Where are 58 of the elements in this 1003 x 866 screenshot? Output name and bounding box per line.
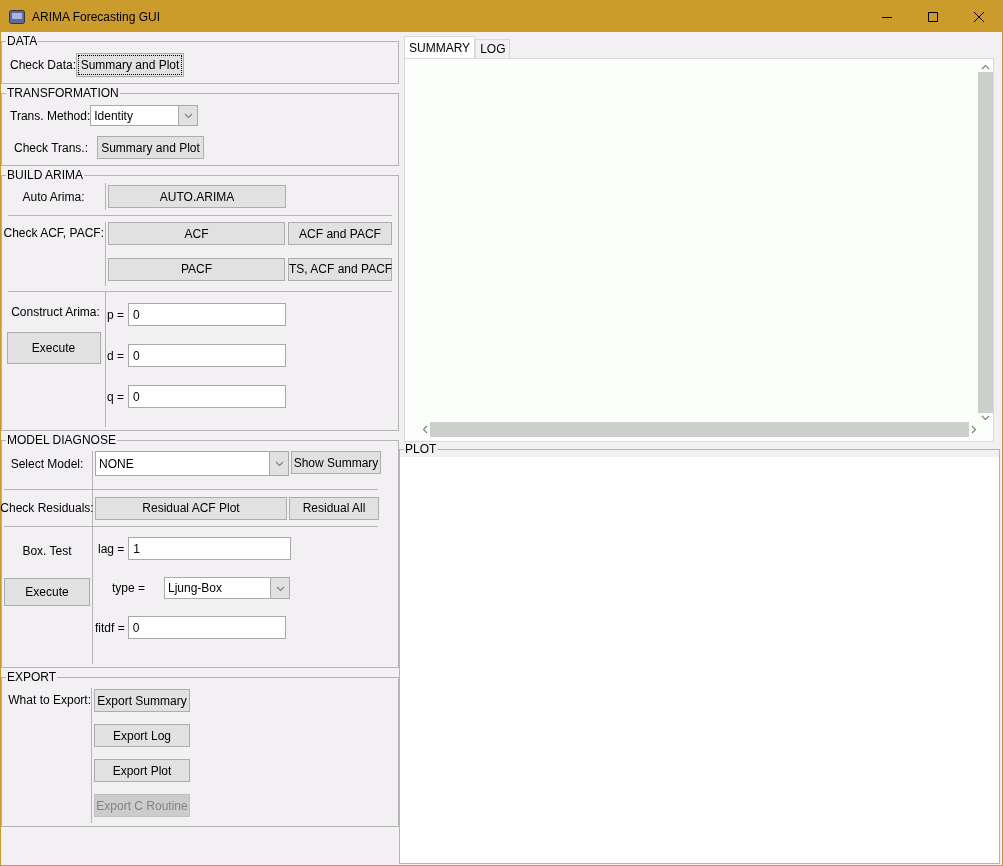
- field-label: Trans. Method:: [10, 108, 91, 123]
- field-label: lag =: [98, 541, 125, 556]
- chevron-left-icon[interactable]: [421, 425, 430, 434]
- group-title: MODEL DIAGNOSE: [6, 433, 117, 447]
- chevron-down-icon[interactable]: [274, 459, 284, 468]
- field-label: type =: [112, 581, 147, 595]
- group-title: EXPORT: [6, 670, 58, 684]
- model-select[interactable]: NONE: [95, 451, 289, 476]
- field-label: d =: [107, 348, 124, 363]
- export-button[interactable]: Export Plot: [94, 759, 190, 782]
- analysis-button[interactable]: ACF and PACF: [288, 222, 392, 245]
- field-label: Check ACF, PACF:: [3, 226, 104, 240]
- parameter-input[interactable]: 0: [128, 303, 286, 326]
- field-label: Select Model:: [10, 457, 84, 471]
- chevron-down-icon[interactable]: [183, 111, 193, 120]
- parameter-input[interactable]: 0: [128, 385, 286, 408]
- parameter-input[interactable]: 0: [128, 344, 286, 367]
- analysis-button[interactable]: PACF: [108, 257, 285, 281]
- chevron-right-icon[interactable]: [969, 425, 978, 434]
- summary-and-plot-button[interactable]: Summary and Plot: [76, 53, 185, 77]
- lag-input[interactable]: 1: [128, 537, 292, 560]
- horizontal-scrollbar[interactable]: [421, 422, 978, 437]
- show-summary-button[interactable]: Show Summary: [291, 451, 381, 474]
- field-label: What to Export:: [8, 693, 91, 707]
- analysis-button[interactable]: ACF: [108, 222, 285, 245]
- group-title: DATA: [6, 34, 39, 48]
- maximize-icon: [928, 11, 938, 22]
- tab[interactable]: SUMMARY: [404, 36, 476, 58]
- field-label: Check Data:: [10, 58, 77, 72]
- analysis-button[interactable]: TS, ACF and PACF: [288, 257, 392, 281]
- fitdf-input[interactable]: 0: [127, 616, 286, 639]
- chevron-down-icon[interactable]: [981, 413, 990, 422]
- field-label: Check Trans.:: [14, 140, 89, 155]
- field-label: fitdf =: [95, 620, 125, 635]
- group-title: TRANSFORMATION: [6, 86, 120, 100]
- execute-button[interactable]: Execute: [4, 578, 90, 606]
- app-icon: [9, 9, 25, 24]
- residual-acf-plot-button[interactable]: Residual ACF Plot: [95, 496, 287, 520]
- close-icon: [974, 11, 984, 22]
- export-button[interactable]: Export Summary: [94, 689, 190, 712]
- test-type-select[interactable]: Ljung-Box: [164, 577, 290, 599]
- field-label: q =: [107, 389, 124, 404]
- summary-and-plot-button[interactable]: Summary and Plot: [97, 136, 205, 159]
- auto-arima-button[interactable]: AUTO.ARIMA: [108, 185, 286, 208]
- field-label: Construct Arima:: [11, 305, 100, 319]
- field-label: Auto Arima:: [22, 189, 85, 204]
- group-title: PLOT: [404, 442, 438, 456]
- residual-all-button[interactable]: Residual All: [289, 496, 379, 520]
- chevron-up-icon[interactable]: [981, 63, 990, 72]
- field-label: Box. Test: [22, 544, 72, 558]
- execute-button[interactable]: Execute: [6, 332, 101, 364]
- tab[interactable]: LOG: [475, 39, 511, 58]
- field-label: Check Residuals:: [0, 501, 94, 515]
- transformation-select[interactable]: Identity: [90, 105, 199, 126]
- window-title: ARIMA Forecasting GUI: [32, 9, 162, 24]
- group-title: BUILD ARIMA: [6, 168, 85, 182]
- field-label: p =: [107, 307, 124, 322]
- export-button[interactable]: Export Log: [94, 724, 190, 747]
